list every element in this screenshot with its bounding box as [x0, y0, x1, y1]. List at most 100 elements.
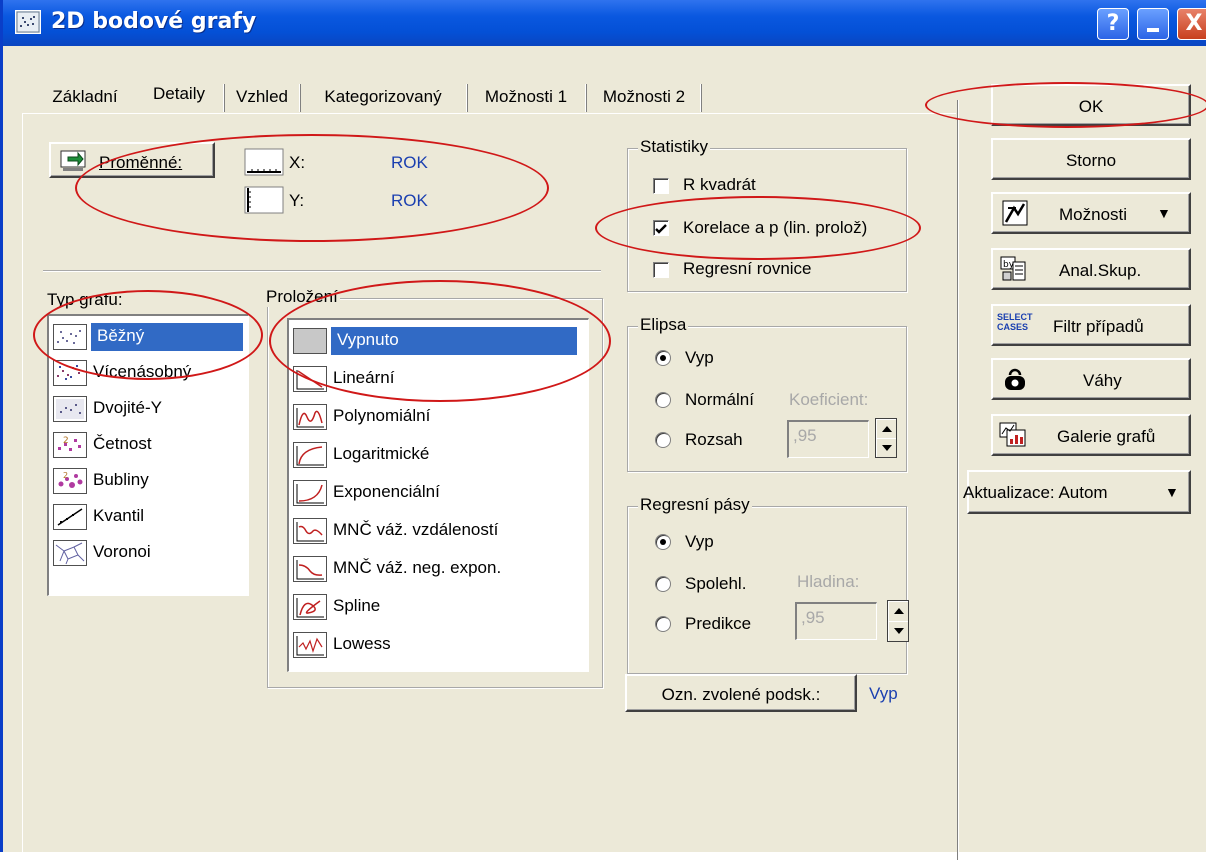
tab-vzhled[interactable]: Vzhled	[227, 83, 297, 113]
fit-type-label: Exponenciální	[333, 482, 440, 501]
tab-separator	[466, 84, 468, 112]
analyze-groups-button[interactable]: by Anal.Skup.	[991, 248, 1191, 290]
tab-separator	[299, 84, 301, 112]
fit-type-label: Spline	[333, 596, 381, 615]
bands-off-radio[interactable]	[655, 534, 671, 550]
tab-zakladni[interactable]: Základní	[39, 83, 131, 113]
level-spinner[interactable]	[887, 600, 909, 642]
select-cases-label: Filtr případů	[1053, 317, 1144, 336]
update-dropdown-icon: ▼	[1165, 484, 1179, 500]
regression-equation-label: Regresní rovnice	[683, 259, 812, 278]
graph-gallery-button[interactable]: Galerie grafů	[991, 414, 1191, 456]
spin-down-icon[interactable]	[888, 621, 908, 641]
minimize-button[interactable]	[1137, 8, 1169, 40]
coefficient-field[interactable]: ,95	[787, 420, 869, 458]
regression-equation-checkbox[interactable]	[653, 262, 669, 278]
bands-confidence-label: Spolehl.	[685, 574, 747, 593]
graph-type-item[interactable]: Kvantil	[53, 500, 244, 534]
cancel-button[interactable]: Storno	[991, 138, 1191, 180]
mark-subsets-label: Ozn. zvolené podsk.:	[661, 685, 821, 704]
tab-moznosti-2[interactable]: Možnosti 2	[589, 83, 699, 113]
fit-type-label: Logaritmické	[333, 444, 430, 463]
fit-type-icon	[293, 556, 327, 582]
fit-type-label: MNČ váž. vzdáleností	[333, 520, 499, 539]
level-label: Hladina:	[797, 572, 860, 591]
analyze-groups-icon: by	[999, 256, 1027, 282]
ellipse-range-radio[interactable]	[655, 432, 671, 448]
weights-icon	[1001, 367, 1029, 393]
fit-type-item[interactable]: Lowess	[293, 628, 584, 662]
svg-text:2: 2	[63, 471, 68, 480]
fit-type-label: MNČ váž. neg. expon.	[333, 558, 502, 577]
bands-prediction-label: Predikce	[685, 614, 752, 633]
ellipse-normal-radio[interactable]	[655, 392, 671, 408]
divider	[43, 270, 601, 272]
graph-type-item[interactable]: 2 Četnost	[53, 428, 244, 462]
dialog-window: 2D bodové grafy ? X Základní Detaily Vzh…	[0, 0, 1206, 860]
fit-type-item[interactable]: MNČ váž. neg. expon.	[293, 552, 584, 586]
fit-type-item[interactable]: Exponenciální	[293, 476, 584, 510]
graph-gallery-icon	[999, 422, 1027, 448]
minimize-icon	[1147, 28, 1159, 32]
options-dropdown-icon: ▼	[1157, 205, 1171, 221]
graph-type-item[interactable]: 2 Bubliny	[53, 464, 244, 498]
fit-type-item[interactable]: MNČ váž. vzdáleností	[293, 514, 584, 548]
tab-detaily[interactable]: Detaily	[139, 78, 219, 114]
help-button[interactable]: ?	[1097, 8, 1129, 40]
coefficient-spinner[interactable]	[875, 418, 897, 458]
statistics-legend: Statistiky	[638, 137, 711, 157]
fit-type-item[interactable]: Logaritmické	[293, 438, 584, 472]
bands-prediction-radio[interactable]	[655, 616, 671, 632]
graph-type-item[interactable]: Voronoi	[53, 536, 244, 570]
highlight-oval-graph-type	[33, 290, 263, 380]
highlight-oval-ok	[925, 82, 1206, 128]
tab-separator	[223, 84, 225, 112]
spin-up-icon[interactable]	[888, 601, 908, 621]
bands-confidence-radio[interactable]	[655, 576, 671, 592]
regression-bands-legend: Regresní pásy	[638, 495, 752, 515]
variables-icon	[59, 149, 87, 175]
spin-down-icon[interactable]	[876, 438, 896, 457]
graph-type-item[interactable]: Dvojité-Y	[53, 392, 244, 426]
app-scatterplot-icon	[15, 10, 41, 34]
svg-text:2: 2	[63, 436, 69, 446]
highlight-oval-fit	[269, 280, 611, 402]
graph-type-label: Voronoi	[93, 542, 151, 561]
graph-type-icon: 2	[53, 432, 87, 458]
update-mode-button[interactable]: Aktualizace: Autom ▼	[963, 470, 1191, 514]
ellipse-normal-label: Normální	[685, 390, 754, 409]
title-bar[interactable]: 2D bodové grafy ? X	[3, 0, 1206, 46]
ellipse-off-radio[interactable]	[655, 350, 671, 366]
graph-type-label: Kvantil	[93, 506, 145, 525]
fit-type-icon	[293, 518, 327, 544]
tab-kategorizovany[interactable]: Kategorizovaný	[303, 83, 463, 113]
bands-off-label: Vyp	[685, 532, 714, 551]
fit-type-icon	[293, 442, 327, 468]
select-cases-button[interactable]: SELECT CASES Filtr případů	[991, 304, 1191, 346]
options-icon	[1001, 200, 1029, 226]
fit-type-item[interactable]: Spline	[293, 590, 584, 624]
fit-type-label: Polynomiální	[333, 406, 431, 425]
r-squared-label: R kvadrát	[683, 175, 756, 194]
graph-type-label: Dvojité-Y	[93, 398, 162, 417]
tab-moznosti-1[interactable]: Možnosti 1	[470, 83, 582, 113]
level-field[interactable]: ,95	[795, 602, 877, 640]
vertical-divider	[957, 100, 959, 860]
weights-button[interactable]: Váhy	[991, 358, 1191, 400]
close-button[interactable]: X	[1177, 8, 1206, 40]
fit-type-icon	[293, 594, 327, 620]
r-squared-checkbox[interactable]	[653, 178, 669, 194]
graph-type-icon	[53, 540, 87, 566]
analyze-groups-label: Anal.Skup.	[1059, 261, 1142, 280]
graph-type-icon: 2	[53, 468, 87, 494]
ellipse-range-label: Rozsah	[685, 430, 743, 449]
graph-type-label: Četnost	[93, 434, 152, 453]
spin-up-icon[interactable]	[876, 419, 896, 438]
fit-type-item[interactable]: Polynomiální	[293, 400, 584, 434]
graph-type-icon	[53, 396, 87, 422]
fit-type-icon	[293, 632, 327, 658]
mark-subsets-button[interactable]: Ozn. zvolené podsk.:	[625, 674, 857, 712]
coefficient-label: Koeficient:	[789, 390, 869, 409]
options-button[interactable]: Možnosti ▼	[991, 192, 1191, 234]
cancel-button-label: Storno	[1065, 151, 1117, 170]
